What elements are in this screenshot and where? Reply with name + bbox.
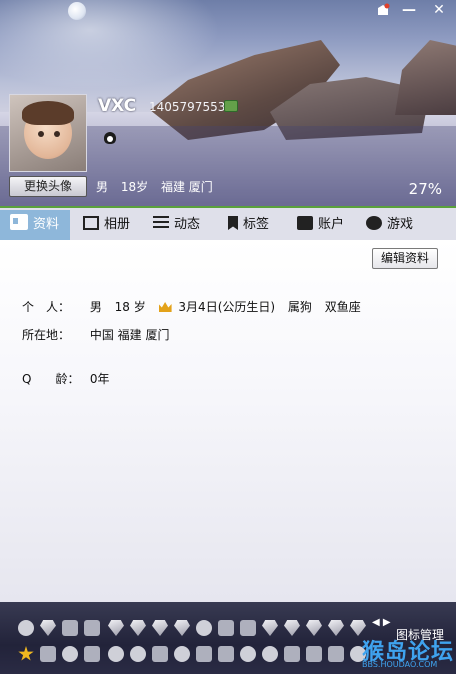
- avatar-hair: [22, 101, 74, 125]
- computer-icon[interactable]: [84, 620, 100, 636]
- moon-decoration: [68, 2, 86, 20]
- box-icon[interactable]: [306, 646, 322, 662]
- minimize-button[interactable]: —: [396, 0, 422, 20]
- feed-icon: [153, 216, 169, 230]
- close-button[interactable]: ✕: [426, 0, 452, 20]
- qage-value: 0年: [89, 372, 110, 386]
- heart-icon[interactable]: [196, 620, 212, 636]
- location-value: 中国 福建 厦门: [89, 328, 170, 342]
- rock-decoration: [395, 40, 456, 115]
- tab-label: 相册: [104, 217, 131, 232]
- mail-icon[interactable]: [196, 646, 212, 662]
- tab-feed[interactable]: 动态: [153, 210, 200, 240]
- heart-icon[interactable]: [18, 620, 34, 636]
- tab-label: 账户: [318, 217, 345, 232]
- constellation: 双鱼座: [324, 300, 361, 314]
- shield-icon[interactable]: [152, 646, 168, 662]
- personal-label: 个 人：: [22, 300, 71, 314]
- diamond-icon[interactable]: [284, 620, 300, 636]
- tab-bar: 资料 相册 动态 标签 账户 游戏: [0, 206, 456, 246]
- tab-label: 资料: [33, 217, 60, 232]
- app-icon[interactable]: [84, 646, 100, 662]
- watermark-url: BBS.HOUDAO.COM: [362, 660, 438, 669]
- nickname: VXC: [98, 96, 137, 116]
- diamond-icon[interactable]: [328, 620, 344, 636]
- star-icon[interactable]: [18, 646, 34, 661]
- game-icon: [366, 216, 382, 230]
- wallet-icon: [297, 216, 313, 230]
- security-icon[interactable]: [284, 646, 300, 662]
- location-row: 所在地： 中国 福建 厦门: [22, 326, 178, 343]
- diamond-icon[interactable]: [152, 620, 168, 636]
- icon-scroll-arrows[interactable]: ◀ ▶: [372, 617, 391, 628]
- vip-icon[interactable]: [240, 620, 256, 636]
- copy-icon[interactable]: [224, 100, 238, 112]
- profile-card-icon: [10, 214, 28, 230]
- tab-album[interactable]: 相册: [83, 210, 130, 240]
- tab-label: 标签: [243, 217, 270, 232]
- tab-label: 动态: [174, 217, 201, 232]
- avatar[interactable]: [9, 94, 87, 172]
- location-label: 所在地：: [22, 328, 71, 342]
- header-summary: 男 18岁 福建 厦门: [96, 178, 222, 195]
- camera-icon[interactable]: [218, 646, 234, 662]
- header-sky: [0, 0, 220, 90]
- tab-profile[interactable]: 资料: [0, 210, 70, 246]
- qq-number: 1405797553: [149, 100, 226, 114]
- penguin-icon: [104, 132, 116, 144]
- diamond-icon[interactable]: [130, 620, 146, 636]
- avatar-eye: [54, 131, 60, 137]
- chat-icon[interactable]: [62, 646, 78, 662]
- crown-icon: [158, 302, 172, 312]
- edit-profile-button[interactable]: 编辑资料: [372, 248, 438, 269]
- game-center-icon[interactable]: [108, 646, 124, 662]
- skin-icon[interactable]: [370, 0, 396, 20]
- tab-account[interactable]: 账户: [297, 210, 344, 240]
- puzzle-icon[interactable]: [262, 646, 278, 662]
- header-age: 18岁: [120, 180, 149, 194]
- robot-icon[interactable]: [130, 646, 146, 662]
- qage-row: Q 龄： 0年: [22, 370, 118, 387]
- diamond-icon[interactable]: [108, 620, 124, 636]
- clover-icon[interactable]: [174, 646, 190, 662]
- phone-icon[interactable]: [328, 646, 344, 662]
- diamond-icon[interactable]: [306, 620, 322, 636]
- diamond-icon[interactable]: [262, 620, 278, 636]
- profile-header: — ✕ 更换头像 VXC 1405797553 男 18岁 福建 厦门 27%: [0, 0, 456, 206]
- music-icon[interactable]: [240, 646, 256, 662]
- avatar-eye: [38, 131, 44, 137]
- zodiac: 属狗: [287, 300, 312, 314]
- personal-age: 18 岁: [114, 300, 146, 314]
- pet-icon[interactable]: [62, 620, 78, 636]
- profile-details-panel: 编辑资料 个 人： 男 18 岁 3月4日(公历生日) 属狗 双鱼座 所在地： …: [0, 240, 456, 602]
- tag-icon: [228, 216, 238, 230]
- profile-window: — ✕ 更换头像 VXC 1405797553 男 18岁 福建 厦门 27% …: [0, 0, 456, 674]
- header-gender: 男: [96, 180, 109, 194]
- tab-tags[interactable]: 标签: [228, 210, 269, 240]
- personal-gender: 男: [89, 300, 102, 314]
- diamond-icon[interactable]: [174, 620, 190, 636]
- completion-percent: 27%: [408, 180, 442, 198]
- search-icon[interactable]: [40, 646, 56, 662]
- tab-games[interactable]: 游戏: [366, 210, 413, 240]
- tab-label: 游戏: [387, 217, 414, 232]
- qage-label: Q 龄：: [22, 372, 80, 386]
- album-icon: [83, 216, 99, 230]
- birthday: 3月4日(公历生日): [178, 300, 276, 314]
- change-avatar-button[interactable]: 更换头像: [9, 176, 87, 197]
- bird-icon[interactable]: [218, 620, 234, 636]
- personal-row: 个 人： 男 18 岁 3月4日(公历生日) 属狗 双鱼座: [22, 298, 370, 315]
- header-location: 福建 厦门: [160, 180, 213, 194]
- diamond-icon[interactable]: [40, 620, 56, 636]
